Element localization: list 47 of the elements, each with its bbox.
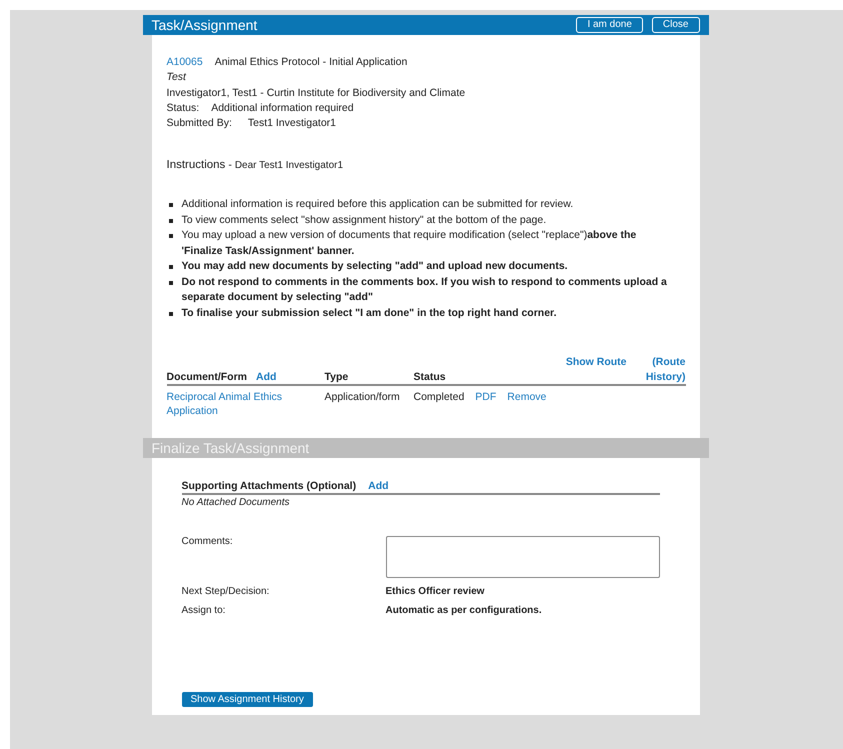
window-title: Task/Assignment [152, 17, 258, 33]
column-header: Status [414, 371, 446, 384]
column-header: Type [324, 371, 348, 384]
instruction-text: Do not respond to comments in the comments box. If you wish to respond to comments upload a separate document by selecting "add" [182, 274, 668, 306]
separator-text: - [228, 159, 232, 172]
comments-label: Comments: [182, 536, 234, 550]
table-cell-text: Completed [414, 390, 464, 406]
attachments-label: Supporting Attachments (Optional) [182, 480, 356, 492]
status-value: Additional information required [211, 102, 354, 114]
header-button[interactable]: I am done [576, 17, 643, 33]
bullet-icon [168, 203, 172, 208]
assign-value: Automatic as per configurations. [386, 605, 542, 616]
assign-label: Assign to: [182, 605, 226, 616]
application-subtitle: Test [166, 71, 186, 84]
investigator-text: Investigator1, Test1 - Curtin Institute for Biodiversity and Climate [166, 86, 466, 99]
instruction-text: Additional information is required before this application can be submitted for review. [182, 197, 574, 212]
bullet-icon [168, 218, 172, 223]
status-label: Status: [166, 102, 200, 114]
show-route-link[interactable]: Show Route [566, 355, 626, 370]
bullet-icon [168, 265, 172, 270]
show-history-button[interactable]: Show Assignment History [182, 692, 313, 708]
document-link[interactable]: Reciprocal Animal Ethics Application [166, 390, 292, 418]
add-link[interactable]: Add [256, 371, 276, 384]
document-action-link[interactable]: Remove [507, 390, 546, 418]
comments-field[interactable] [386, 536, 660, 578]
submitted-value: Test1 Investigator1 [248, 117, 336, 130]
bullet-icon [168, 280, 172, 285]
header-button[interactable]: Close [652, 17, 700, 33]
submitted-label: Submitted By: [166, 117, 232, 130]
instruction-text: You may upload a new version of documents that require modification (select "replace")above the 'Finalize Task/Assignment' banner. [182, 228, 638, 259]
no-attachments-text: No Attached Documents [182, 497, 290, 508]
next-step-label: Next Step/Decision: [182, 586, 270, 598]
instruction-text: You may add new documents by selecting "add" and upload new documents. [182, 259, 568, 274]
instruction-text: To view comments select "show assignment history" at the bottom of the page. [182, 212, 546, 228]
instruction-text: To finalise your submission select "I am done" in the top right hand corner. [182, 306, 556, 321]
bullet-icon [168, 234, 172, 238]
column-header: Document/Form [166, 371, 248, 384]
add-link[interactable]: Add [368, 480, 389, 492]
next-step-value: Ethics Officer review [386, 586, 484, 598]
table-cell: Application/form [324, 391, 400, 404]
greeting-text: Dear Test1 Investigator1 [234, 160, 344, 172]
bullet-icon [168, 312, 172, 316]
route-history-link[interactable]: (Route History) [638, 355, 686, 386]
document-action-link[interactable]: PDF [475, 390, 496, 418]
instructions-label: Instructions [166, 159, 226, 172]
application-name: Animal Ethics Protocol - Initial Application [214, 56, 408, 68]
application-id-link[interactable]: A10065 [166, 56, 203, 68]
